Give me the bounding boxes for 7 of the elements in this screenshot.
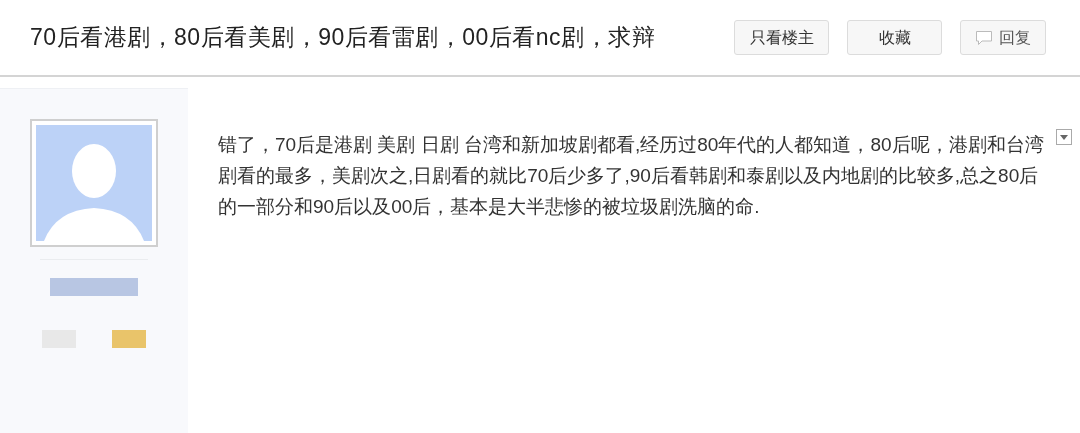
reply-button[interactable]: 回复 xyxy=(960,20,1046,55)
action-button[interactable]: 收藏 xyxy=(847,20,942,55)
dropdown-icon[interactable] xyxy=(1056,129,1072,145)
thread-title: 70后看港剧，80后看美剧，90后看雷剧，00后看nc剧，求辩 xyxy=(30,23,657,53)
speech-bubble-icon xyxy=(975,29,993,46)
post-text: 错了，70后是港剧 美剧 日剧 台湾和新加坡剧都看,经历过80年代的人都知道，80后呢，港剧和台湾剧看的最多，美剧次之,日剧看的就比70后少多了,90后看韩剧和泰剧以及内地剧的比较多,总之80后的一部分和90后以及00后，基本是大半悲惨的被垃圾剧洗脑的命. xyxy=(218,133,1045,219)
action-button[interactable]: 只看楼主 xyxy=(734,20,829,55)
